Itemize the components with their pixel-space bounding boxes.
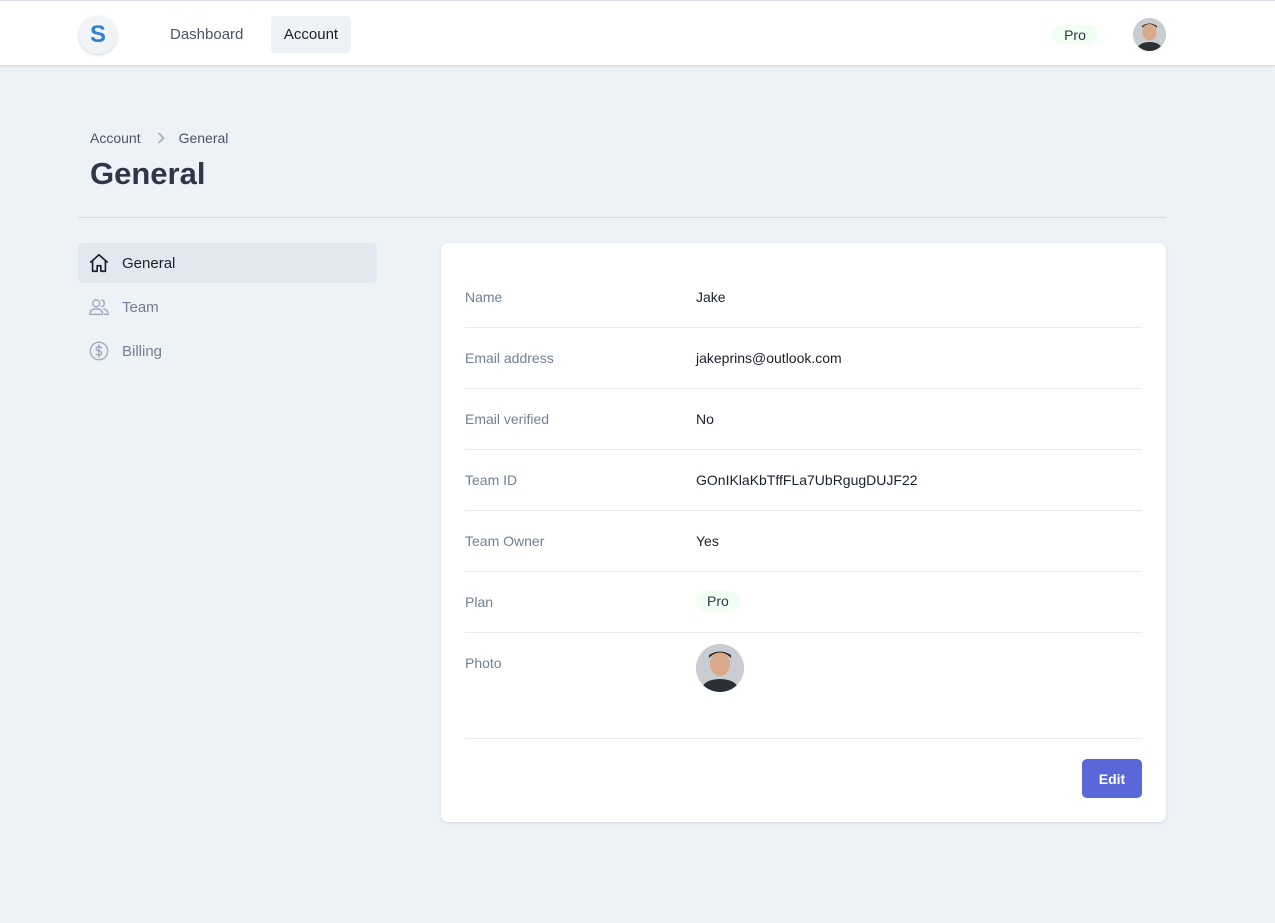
account-details-card: Name Jake Email address jakeprins@outloo…: [441, 243, 1166, 822]
home-icon: [88, 252, 110, 274]
edit-button[interactable]: Edit: [1082, 759, 1142, 798]
detail-value: Yes: [696, 533, 719, 549]
detail-label: Team Owner: [465, 533, 545, 549]
breadcrumb-general[interactable]: General: [179, 130, 229, 146]
detail-label: Plan: [465, 594, 494, 610]
detail-label: Team ID: [465, 472, 518, 488]
user-avatar[interactable]: [1133, 18, 1166, 51]
detail-value: jakeprins@outlook.com: [696, 350, 842, 366]
top-navbar: S Dashboard Account Pro: [0, 0, 1275, 66]
detail-value: GOnIKlaKbTffFLa7UbRgugDUJF22: [696, 472, 918, 488]
users-icon: [88, 296, 110, 318]
logo[interactable]: S: [79, 16, 117, 54]
nav-dashboard[interactable]: Dashboard: [158, 16, 255, 53]
detail-row-email-verified: Email verified No: [465, 389, 1142, 450]
detail-row-team-owner: Team Owner Yes: [465, 511, 1142, 572]
sidebar-item-billing[interactable]: Billing: [78, 331, 377, 371]
nav-account[interactable]: Account: [271, 16, 351, 53]
chevron-right-icon: [157, 132, 165, 144]
detail-row-name: Name Jake: [465, 267, 1142, 328]
photo-image: [696, 644, 744, 692]
detail-value: Jake: [696, 289, 726, 305]
plan-badge: Pro: [696, 591, 740, 611]
divider: [78, 217, 1166, 218]
detail-row-email: Email address jakeprins@outlook.com: [465, 328, 1142, 389]
detail-row-team-id: Team ID GOnIKlaKbTffFLa7UbRgugDUJF22: [465, 450, 1142, 511]
page-title: General: [90, 156, 206, 191]
plan-value: Pro: [696, 591, 740, 611]
detail-row-plan: Plan Pro: [465, 572, 1142, 633]
detail-row-photo: Photo: [465, 633, 1142, 739]
dollar-circle-icon: [88, 340, 110, 362]
detail-label: Photo: [465, 655, 502, 671]
sidebar-item-label: Team: [122, 298, 159, 316]
plan-badge: Pro: [1052, 25, 1098, 44]
detail-label: Email address: [465, 350, 554, 366]
sidebar-item-label: General: [122, 254, 176, 272]
avatar-image: [1133, 18, 1166, 51]
profile-photo: [696, 644, 744, 692]
breadcrumb: Account General: [90, 130, 228, 146]
detail-value: No: [696, 411, 714, 427]
sidebar-item-label: Billing: [122, 342, 163, 360]
sidebar-item-team[interactable]: Team: [78, 287, 377, 327]
breadcrumb-account[interactable]: Account: [90, 130, 141, 146]
detail-label: Email verified: [465, 411, 550, 427]
detail-label: Name: [465, 289, 503, 305]
sidebar-item-general[interactable]: General: [78, 243, 377, 283]
